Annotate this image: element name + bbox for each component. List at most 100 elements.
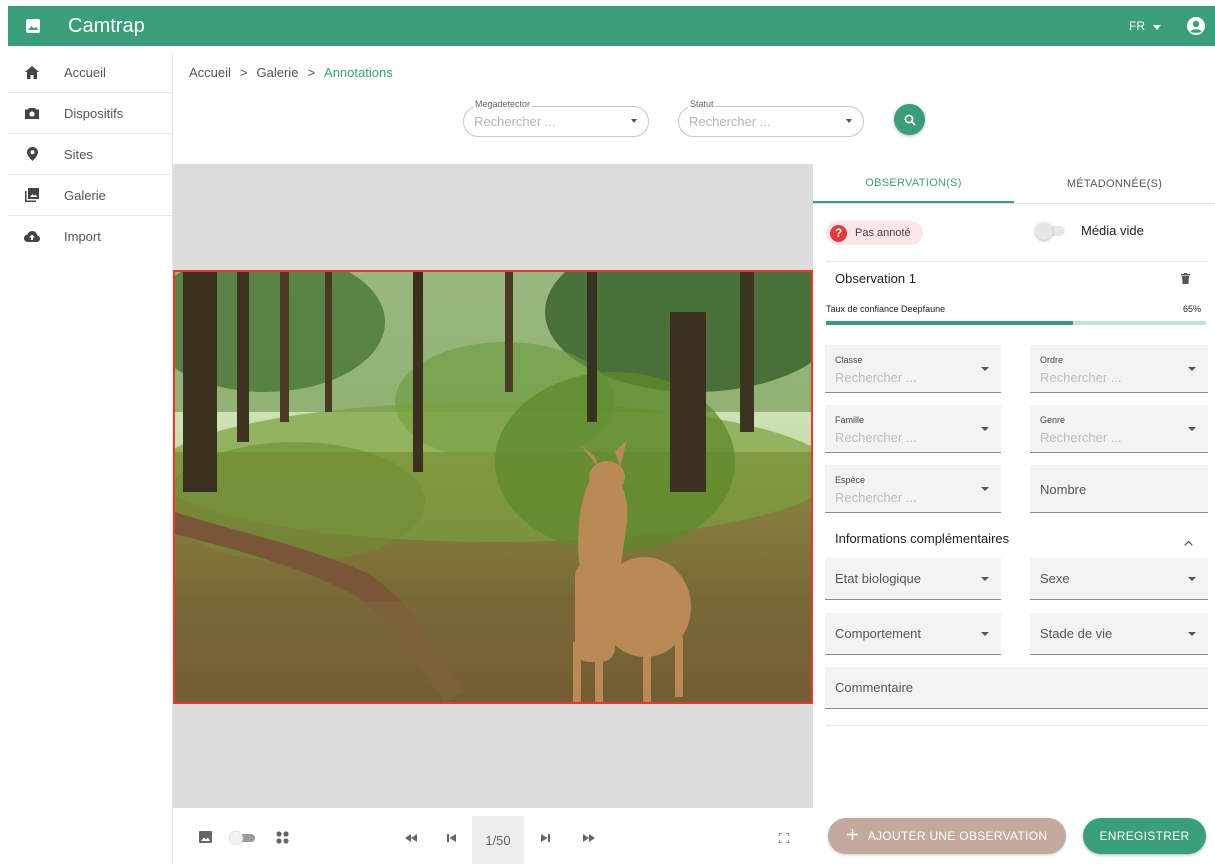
genre-select[interactable]: Genre Rechercher ... [1030,405,1208,453]
page-indicator: 1/50 [472,816,524,864]
app-title: Camtrap [68,14,145,37]
help-icon: ? [830,224,847,242]
account-icon[interactable] [1187,17,1205,35]
chevron-down-icon [981,367,989,371]
search-icon [904,114,916,126]
panel-tabs: OBSERVATION(S) MÉTADONNÉE(S) [813,164,1215,204]
tab-metadonnees[interactable]: MÉTADONNÉE(S) [1014,164,1215,203]
chevron-down-icon [981,632,989,636]
language-label: FR [1129,19,1145,33]
sidebar-item-label: Galerie [64,187,106,203]
stade-de-vie-select[interactable]: Stade de vie [1030,613,1208,655]
divider [826,725,1208,726]
breadcrumb-accueil[interactable]: Accueil [189,65,231,80]
location-pin-icon [8,147,56,161]
status-badge: ? Pas annoté [826,221,923,245]
annotation-panel: OBSERVATION(S) MÉTADONNÉE(S) ? Pas annot… [813,164,1215,864]
tab-observations[interactable]: OBSERVATION(S) [813,164,1014,203]
save-button[interactable]: ENREGISTRER [1083,818,1206,854]
chevron-down-icon [631,119,637,123]
photo-library-icon [8,188,56,202]
breadcrumb-galerie[interactable]: Galerie [257,65,299,80]
famille-label: Famille [835,415,865,425]
skip-next-icon[interactable] [541,834,550,842]
ordre-placeholder: Rechercher ... [1040,370,1122,385]
sidebar-item-sites[interactable]: Sites [8,134,172,175]
comportement-select[interactable]: Comportement [825,613,1001,655]
chevron-down-icon [981,427,989,431]
camera-trap-photo[interactable] [173,270,813,704]
etat-biologique-select[interactable]: Etat biologique [825,558,1001,600]
breadcrumb: Accueil > Galerie > Annotations [189,65,393,80]
chevron-down-icon [981,487,989,491]
espece-select[interactable]: Espèce Rechercher ... [825,465,1001,513]
espece-label: Espèce [835,475,866,485]
ordre-select[interactable]: Ordre Rechercher ... [1030,345,1208,393]
megadetector-label: Megadetector [473,99,533,109]
image-viewer [173,164,813,808]
sidebar: Accueil Dispositifs Sites Galerie Import [8,52,173,864]
classe-label: Classe [835,355,863,365]
fast-forward-icon[interactable] [583,834,595,842]
empty-media-toggle-group: Média vide [1035,221,1144,240]
stade-de-vie-label: Stade de vie [1040,626,1113,641]
classe-placeholder: Rechercher ... [835,370,917,385]
etat-biologique-label: Etat biologique [835,571,922,586]
viewer-toolbar: 1/50 [173,808,813,864]
classe-select[interactable]: Classe Rechercher ... [825,345,1001,393]
add-observation-label: AJOUTER UNE OBSERVATION [867,829,1048,843]
camera-icon [8,107,56,119]
sexe-label: Sexe [1040,571,1070,586]
sidebar-item-dispositifs[interactable]: Dispositifs [8,93,172,134]
confidence-progress-bar [826,321,1206,325]
chevron-down-icon [1188,367,1196,371]
search-button[interactable] [894,104,925,135]
chevron-down-icon [981,577,989,581]
statut-label: Statut [688,99,716,109]
genre-placeholder: Rechercher ... [1040,430,1122,445]
status-badge-label: Pas annoté [855,227,911,239]
chevron-down-icon [846,119,852,123]
statut-placeholder: Rechercher ... [689,114,771,129]
fullscreen-icon[interactable] [779,833,789,843]
comportement-label: Comportement [835,626,921,641]
image-view-icon[interactable] [199,831,212,843]
sidebar-item-label: Dispositifs [64,105,124,121]
caret-down-icon [1153,19,1161,33]
plus-icon [846,829,858,843]
nombre-field[interactable]: Nombre [1030,465,1208,513]
famille-select[interactable]: Famille Rechercher ... [825,405,1001,453]
add-observation-button[interactable]: AJOUTER UNE OBSERVATION [828,818,1066,854]
breadcrumb-separator: > [239,65,248,80]
chevron-up-icon[interactable] [1184,533,1193,551]
divider [826,261,1208,262]
grid-view-icon[interactable] [276,831,289,844]
megadetector-select[interactable]: Megadetector Rechercher ... [463,99,649,137]
megadetector-placeholder: Rechercher ... [474,114,556,129]
view-mode-toggle[interactable] [227,831,259,845]
fast-rewind-icon[interactable] [405,834,417,842]
sidebar-item-label: Import [64,229,101,244]
skip-previous-icon[interactable] [447,834,456,842]
sidebar-item-galerie[interactable]: Galerie [8,175,172,216]
statut-select[interactable]: Statut Rechercher ... [678,99,864,137]
famille-placeholder: Rechercher ... [835,430,917,445]
sidebar-item-accueil[interactable]: Accueil [8,52,172,93]
commentaire-field[interactable]: Commentaire [825,667,1208,709]
nombre-label: Nombre [1040,482,1087,497]
espece-placeholder: Rechercher ... [835,490,917,505]
trash-icon[interactable] [1181,271,1190,289]
language-selector[interactable]: FR [1129,19,1161,33]
chevron-down-icon [1188,632,1196,636]
ordre-label: Ordre [1040,355,1064,365]
sexe-select[interactable]: Sexe [1030,558,1208,600]
empty-media-toggle[interactable] [1035,221,1067,240]
chevron-down-icon [1188,577,1196,581]
breadcrumb-annotations: Annotations [324,65,393,80]
home-icon [8,65,56,79]
genre-label: Genre [1040,415,1066,425]
chevron-down-icon [1188,427,1196,431]
sidebar-item-import[interactable]: Import [8,216,172,257]
confidence-progress-fill [826,321,1073,325]
observation-title: Observation 1 [835,271,916,286]
